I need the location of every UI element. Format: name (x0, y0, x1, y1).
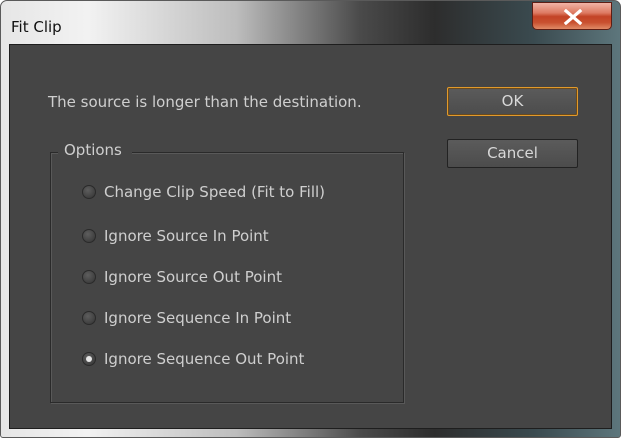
option-label: Change Clip Speed (Fit to Fill) (104, 183, 326, 201)
radio-button[interactable] (82, 185, 96, 199)
option-label: Ignore Source In Point (104, 227, 269, 245)
radio-button[interactable] (82, 352, 96, 366)
radio-button[interactable] (82, 311, 96, 325)
title-bar[interactable]: Fit Clip (1, 1, 620, 45)
radio-button[interactable] (82, 270, 96, 284)
option-label: Ignore Source Out Point (104, 268, 282, 286)
option-label: Ignore Sequence Out Point (104, 350, 305, 368)
close-icon (563, 9, 583, 25)
option-change-clip-speed[interactable]: Change Clip Speed (Fit to Fill) (82, 181, 325, 203)
cancel-button[interactable]: Cancel (447, 139, 578, 168)
ok-button[interactable]: OK (447, 87, 578, 116)
option-ignore-sequence-in-point[interactable]: Ignore Sequence In Point (82, 307, 291, 329)
dialog-message: The source is longer than the destinatio… (48, 93, 362, 111)
option-label: Ignore Sequence In Point (104, 309, 292, 327)
window-title: Fit Clip (11, 18, 62, 36)
option-ignore-source-in-point[interactable]: Ignore Source In Point (82, 225, 269, 247)
dialog-body: The source is longer than the destinatio… (9, 44, 612, 429)
fit-clip-dialog-window: Fit Clip The source is longer than the d… (0, 0, 621, 438)
options-legend: Options (58, 141, 132, 159)
option-ignore-sequence-out-point[interactable]: Ignore Sequence Out Point (82, 348, 304, 370)
close-button[interactable] (532, 2, 612, 30)
option-ignore-source-out-point[interactable]: Ignore Source Out Point (82, 266, 282, 288)
radio-button[interactable] (82, 229, 96, 243)
